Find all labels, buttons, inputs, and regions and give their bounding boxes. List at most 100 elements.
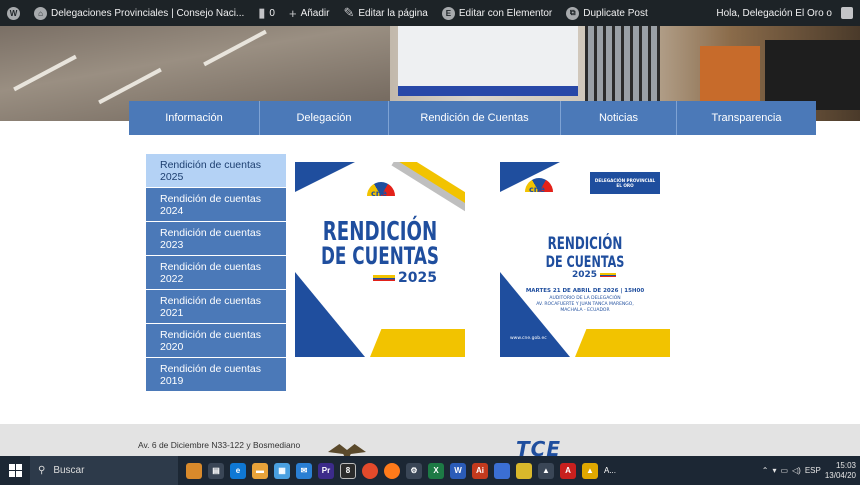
duplicate-icon: ⧉ [566, 6, 580, 20]
side-item-2024[interactable]: Rendición de cuentas 2024 [146, 188, 286, 222]
taskbar-apps: ▤ e ▬ ▦ ✉ Pr 8 ⚙ X W Ai ▲ A ▲ A... [186, 462, 617, 479]
taskbar-search-box[interactable]: ⚲ Buscar [30, 456, 178, 485]
poster-header-line2: EL ORO [616, 183, 634, 188]
app-icon[interactable] [494, 462, 510, 479]
side-item-2019[interactable]: Rendición de cuentas 2019 [146, 358, 286, 392]
excel-icon[interactable]: X [428, 462, 444, 479]
language-indicator[interactable]: ESP [805, 466, 821, 475]
edit-elementor-button[interactable]: E Editar con Elementor [435, 0, 559, 26]
task-view-icon[interactable]: ▤ [208, 462, 224, 479]
hero-building [398, 26, 578, 96]
rendicion-poster-image[interactable]: cne RENDICIÓN DE CUENTAS 2025 [295, 162, 465, 357]
taskbar-clock[interactable]: 15:03 13/04/20 [825, 461, 856, 481]
edge-browser-icon[interactable]: e [230, 462, 246, 479]
poster-yellow-band [575, 329, 670, 357]
clock-time: 15:03 [835, 460, 856, 470]
comments-button[interactable]: ▮ 0 [251, 0, 282, 26]
taskbar-search-placeholder: Buscar [53, 465, 85, 476]
app-8-icon[interactable]: 8 [340, 462, 356, 479]
nav-item-noticias[interactable]: Noticias [561, 101, 677, 135]
poster-yellow-band [370, 329, 465, 357]
footer-address: Av. 6 de Diciembre N33-122 y Bosmediano [138, 440, 301, 450]
poster-website: www.cne.gob.ec [510, 336, 547, 341]
volume-icon[interactable]: ◁) [792, 466, 801, 475]
taskbar-app-label: A... [604, 466, 617, 475]
nav-item-transparencia[interactable]: Transparencia [677, 101, 816, 135]
comments-count: 0 [269, 7, 275, 19]
side-item-2022[interactable]: Rendición de cuentas 2022 [146, 256, 286, 290]
side-item-2023[interactable]: Rendición de cuentas 2023 [146, 222, 286, 256]
wordpress-logo-button[interactable]: W [0, 0, 27, 26]
comment-icon: ▮ [258, 5, 266, 20]
wordpress-icon: W [7, 6, 20, 20]
side-item-2020[interactable]: Rendición de cuentas 2020 [146, 324, 286, 358]
pencil-icon: ✎ [343, 5, 355, 20]
add-new-label: Añadir [300, 7, 330, 19]
nav-item-rendicion-de-cuentas[interactable]: Rendición de Cuentas [389, 101, 561, 135]
warning-app-icon[interactable]: ▲ [582, 462, 598, 479]
hero-gate [765, 40, 860, 110]
edit-page-label: Editar la página [358, 7, 428, 19]
cne-logo-text: cne [529, 185, 545, 194]
settings-icon[interactable]: ⚙ [406, 462, 422, 479]
user-account-menu[interactable]: Hola, Delegación El Oro o [709, 0, 860, 26]
cne-logo-icon: cne [525, 178, 553, 196]
poster-year-group: 2025 [373, 270, 437, 286]
nav-item-informacion[interactable]: Información [129, 101, 260, 135]
tray-chevron-icon[interactable]: ⌃ [762, 466, 769, 475]
chrome-icon[interactable] [362, 462, 378, 479]
news-weather-icon[interactable] [186, 462, 202, 479]
site-name-label: Delegaciones Provinciales | Consejo Naci… [51, 7, 245, 19]
mail-icon[interactable]: ✉ [296, 462, 312, 479]
poster-corner-shape [500, 272, 570, 357]
site-name-link[interactable]: ⌂ Delegaciones Provinciales | Consejo Na… [27, 0, 251, 26]
hero-door [585, 26, 660, 106]
acrobat-icon[interactable]: A [560, 462, 576, 479]
site-footer: Av. 6 de Diciembre N33-122 y Bosmediano … [0, 424, 860, 456]
edit-page-button[interactable]: ✎ Editar la página [336, 0, 434, 26]
poster-corner-shape [295, 272, 365, 357]
side-item-2025[interactable]: Rendición de cuentas 2025 [146, 154, 286, 188]
poster-year: 2025 [398, 270, 437, 286]
ecuador-flag-icon [600, 273, 617, 277]
poster-venue-line1: AUDITORIO DE LA DELEGACIÓN [549, 296, 621, 301]
poster-venue-line3: MACHALA - ECUADOR [560, 308, 610, 313]
firefox-icon[interactable] [384, 462, 400, 479]
file-explorer-icon[interactable]: ▬ [252, 462, 268, 479]
premiere-icon[interactable]: Pr [318, 462, 334, 479]
app-icon[interactable]: ▲ [538, 462, 554, 479]
word-icon[interactable]: W [450, 462, 466, 479]
elementor-icon: E [441, 6, 455, 20]
side-item-2021[interactable]: Rendición de cuentas 2021 [146, 290, 286, 324]
display-icon[interactable]: ▭ [780, 466, 788, 475]
store-icon[interactable]: ▦ [274, 462, 290, 479]
cne-logo-icon: cne [367, 182, 395, 200]
poster-venue-line2: AV. ROCAFUERTE Y JUAN TANCA MARENGO, [536, 302, 634, 307]
year-side-menu: Rendición de cuentas 2025 Rendición de c… [146, 154, 286, 392]
illustrator-icon[interactable]: Ai [472, 462, 488, 479]
start-button[interactable] [0, 456, 30, 485]
poster-event-date: MARTES 21 DE ABRIL DE 2026 | 15H00 [525, 288, 645, 294]
plus-icon: + [288, 5, 297, 21]
edit-elementor-label: Editar con Elementor [458, 7, 553, 19]
poster-title-line2: DE CUENTAS [320, 242, 440, 270]
poster-corner-shape [295, 162, 355, 192]
cne-logo-text: cne [371, 189, 387, 198]
duplicate-post-button[interactable]: ⧉ Duplicate Post [559, 0, 654, 26]
ecuador-flag-icon [373, 275, 395, 281]
poster-year-group: 2025 [572, 270, 617, 280]
home-icon: ⌂ [34, 6, 47, 20]
app-icon[interactable] [516, 462, 532, 479]
nav-item-delegacion[interactable]: Delegación [260, 101, 389, 135]
wifi-icon[interactable]: ▾ [772, 466, 776, 475]
admin-bar: W ⌂ Delegaciones Provinciales | Consejo … [0, 0, 860, 26]
windows-logo-icon [8, 464, 22, 477]
hero-wall [700, 46, 760, 101]
main-navigation: Información Delegación Rendición de Cuen… [129, 101, 816, 135]
poster-year: 2025 [572, 270, 598, 280]
poster-header-banner: DELEGACIÓN PROVINCIAL EL ORO [590, 172, 660, 194]
rendicion-event-poster-image[interactable]: DELEGACIÓN PROVINCIAL EL ORO cne RENDICI… [500, 162, 670, 357]
add-new-button[interactable]: + Añadir [282, 0, 337, 26]
clock-date: 13/04/20 [824, 470, 856, 480]
user-greeting: Hola, Delegación El Oro o [716, 7, 832, 19]
